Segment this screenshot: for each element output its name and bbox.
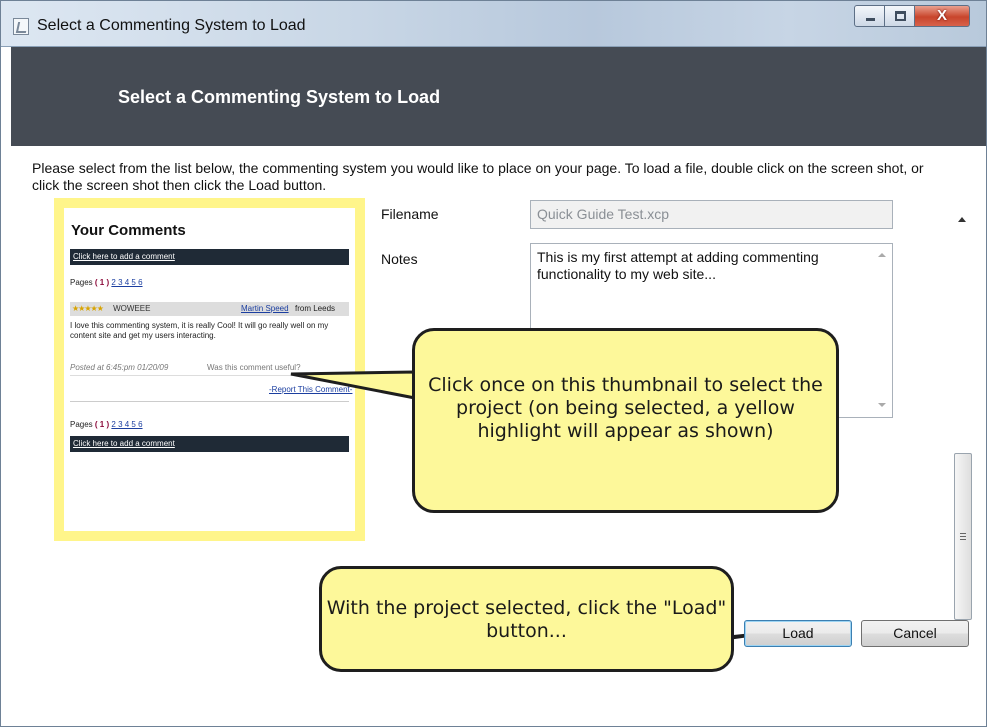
dialog-body: Please select from the list below, the c… xyxy=(11,146,986,726)
thumbnail-comment-header: ★★★★★ WOWEEE Martin Speed from Leeds xyxy=(70,302,349,316)
thumbnail-current-page-bottom: ( 1 ) xyxy=(94,420,110,429)
app-icon xyxy=(13,18,29,35)
thumbnail-posted-at: Posted at 6:45:pm 01/20/09 xyxy=(70,363,169,372)
scroll-up-arrow-icon[interactable] xyxy=(878,253,886,257)
thumbnail-heading: Your Comments xyxy=(71,222,186,239)
load-button[interactable]: Load xyxy=(744,620,852,647)
header-title: Select a Commenting System to Load xyxy=(118,87,441,107)
list-vertical-scrollbar[interactable] xyxy=(952,208,974,647)
thumbnail-comment-body: I love this commenting system, it is rea… xyxy=(70,321,329,340)
thumbnail-useful-prompt: Was this comment useful? xyxy=(207,363,301,372)
dialog-header: Select a Commenting System to Load xyxy=(11,47,986,146)
scrollbar-thumb[interactable] xyxy=(954,453,972,620)
maximize-icon xyxy=(895,11,906,21)
thumbnail-current-page: ( 1 ) xyxy=(94,278,110,287)
cancel-button[interactable]: Cancel xyxy=(861,620,969,647)
minimize-icon xyxy=(866,18,875,21)
thumbnail-pages-label-bottom: Pages xyxy=(70,420,93,429)
thumbnail-pagination-bottom: Pages ( 1 ) 2 3 4 5 6 xyxy=(70,420,143,429)
load-tip-callout: With the project selected, click the "Lo… xyxy=(319,566,734,672)
notes-scrollbar[interactable] xyxy=(874,244,892,417)
window-title: Select a Commenting System to Load xyxy=(37,17,306,34)
dialog-window: Select a Commenting System to Load X Sel… xyxy=(0,0,987,727)
thumbnail-pages-label: Pages xyxy=(70,278,93,287)
maximize-button[interactable] xyxy=(885,5,915,27)
filename-label: Filename xyxy=(381,206,439,222)
thumbnail-divider xyxy=(70,401,349,402)
scroll-up-arrow-icon[interactable] xyxy=(958,217,966,222)
notes-label: Notes xyxy=(381,251,418,267)
scroll-down-arrow-icon[interactable] xyxy=(878,403,886,407)
thumbnail-comment-author: Martin Speed xyxy=(241,304,289,313)
filename-field[interactable]: Quick Guide Test.xcp xyxy=(530,200,893,229)
notes-text: This is my first attempt at adding comme… xyxy=(537,249,819,282)
close-icon: X xyxy=(936,7,947,24)
minimize-button[interactable] xyxy=(854,5,885,27)
title-bar[interactable]: Select a Commenting System to Load X xyxy=(1,1,986,47)
commenting-system-thumbnail[interactable]: Your Comments Click here to add a commen… xyxy=(64,208,355,531)
selected-thumbnail-highlight[interactable]: Your Comments Click here to add a commen… xyxy=(54,198,365,541)
thumbnail-add-comment-bar: Click here to add a comment xyxy=(70,249,349,265)
thumbnail-comment-from: from Leeds xyxy=(295,304,336,313)
close-button[interactable]: X xyxy=(915,5,970,27)
thumbnail-comment-meta: Posted at 6:45:pm 01/20/09 Was this comm… xyxy=(70,363,349,376)
instructions-text: Please select from the list below, the c… xyxy=(32,160,924,193)
thumbnail-add-comment-bar-bottom: Click here to add a comment xyxy=(70,436,349,452)
thumbnail-pagination: Pages ( 1 ) 2 3 4 5 6 xyxy=(70,278,143,287)
thumbnail-page-links: 2 3 4 5 6 xyxy=(111,278,143,287)
scrollbar-grip-icon xyxy=(960,533,966,540)
rating-stars-icon: ★★★★★ xyxy=(72,304,104,313)
thumbnail-tip-callout: Click once on this thumbnail to select t… xyxy=(412,328,839,513)
thumbnail-page-links-bottom: 2 3 4 5 6 xyxy=(111,420,143,429)
thumbnail-comment-title: WOWEEE xyxy=(113,304,151,313)
thumbnail-report-link: -Report This Comment- xyxy=(269,385,353,394)
